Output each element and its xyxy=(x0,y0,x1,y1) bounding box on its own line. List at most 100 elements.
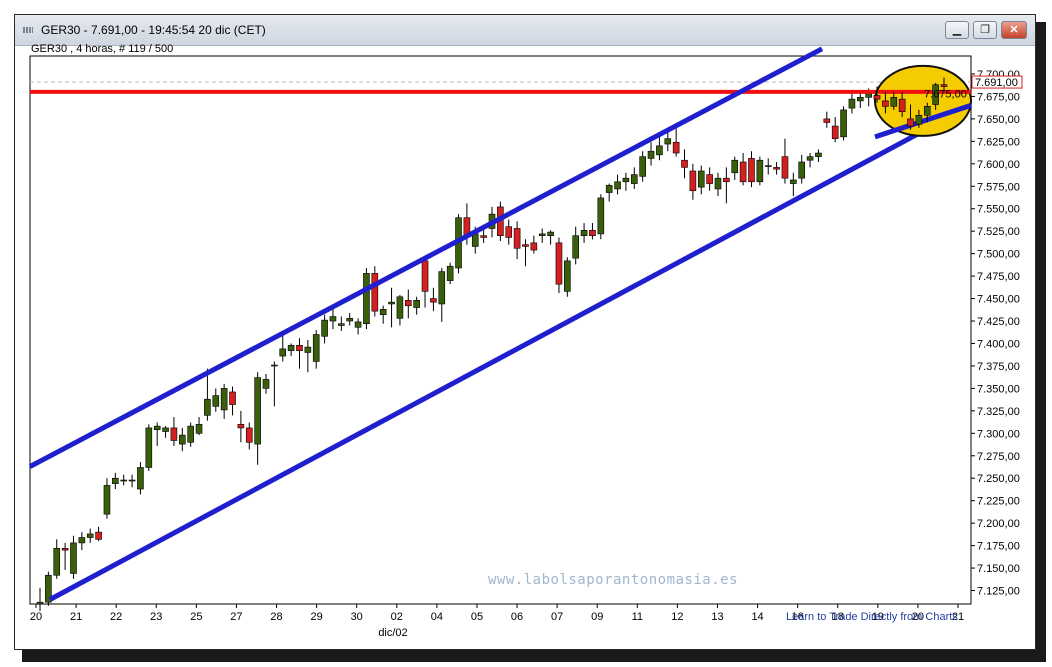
candle-body-bear xyxy=(555,242,563,285)
candle xyxy=(840,106,847,141)
candle-body-bull xyxy=(572,235,580,259)
candle-body-bear xyxy=(404,300,412,307)
candle-body-bull xyxy=(731,159,739,174)
y-tick-label: 7.675,00 xyxy=(977,91,1020,103)
candle-body-bull xyxy=(790,179,797,184)
candle-body-bear xyxy=(61,548,69,551)
candle-body-bull xyxy=(840,109,847,138)
candle-body-bear xyxy=(245,427,253,443)
candle-body-bear xyxy=(505,226,513,238)
candle-body-bull xyxy=(438,271,446,305)
candle-body-bull xyxy=(254,377,261,445)
y-tick-label: 7.200,00 xyxy=(977,518,1020,530)
candle-body-bear xyxy=(773,167,780,170)
candle-body-bull xyxy=(271,364,278,367)
watermark: www.labolsaporantonomasia.es xyxy=(488,572,739,588)
last-price-label: 7.691,00 xyxy=(975,77,1018,89)
candle-body-bull xyxy=(363,273,370,325)
candle-body-bear xyxy=(781,156,789,179)
candle-body-bear xyxy=(296,344,303,351)
candle xyxy=(45,571,52,606)
candle-body-bull xyxy=(388,301,395,305)
x-tick-label: 09 xyxy=(591,611,603,623)
candle-body-bull xyxy=(639,156,646,177)
candle-body-bull xyxy=(187,425,194,443)
candle-body-bull xyxy=(714,177,722,190)
candlestick-chart[interactable]: 7.700,007.675,007.650,007.625,007.600,00… xyxy=(0,0,1052,667)
candle-body-bull xyxy=(204,398,211,416)
candle-body-bear xyxy=(589,229,596,236)
candle-body-bull xyxy=(78,537,86,544)
candle xyxy=(597,194,605,240)
candle-body-bull xyxy=(413,300,420,308)
candle-body-bull xyxy=(304,346,312,353)
candle xyxy=(371,266,379,317)
candle-body-bull xyxy=(815,152,822,157)
candle xyxy=(756,156,764,186)
candle-body-bull xyxy=(86,533,94,538)
candle-body-bull xyxy=(580,229,588,236)
candle xyxy=(145,424,153,472)
candle-body-bull xyxy=(53,548,61,576)
x-tick-label: 22 xyxy=(110,611,122,623)
x-tick-label: 20 xyxy=(30,611,42,623)
candle-body-bull xyxy=(798,161,806,179)
y-tick-label: 7.575,00 xyxy=(977,181,1020,193)
candle-body-bull xyxy=(564,260,571,292)
candle-body-bull xyxy=(764,165,772,167)
candle-body-bear xyxy=(739,161,747,183)
y-tick-label: 7.550,00 xyxy=(977,204,1020,216)
y-tick-label: 7.625,00 xyxy=(977,136,1020,148)
learn-to-trade-link[interactable]: Learn to Trade Directly from Charts xyxy=(786,611,958,623)
candle-body-bull xyxy=(346,318,354,322)
candle-body-bear xyxy=(823,118,831,123)
candle-body-bull xyxy=(890,97,898,107)
candle-body-bull xyxy=(262,379,270,389)
candle-body-bear xyxy=(513,228,521,249)
candle-body-bull xyxy=(756,159,764,183)
x-tick-label: 07 xyxy=(551,611,563,623)
x-tick-label: 13 xyxy=(711,611,723,623)
y-tick-label: 7.350,00 xyxy=(977,383,1020,395)
candle-body-bull xyxy=(145,427,153,468)
candle-body-bear xyxy=(530,242,538,251)
y-tick-label: 7.600,00 xyxy=(977,159,1020,171)
candle-body-bull xyxy=(287,344,295,351)
candle-body-bear xyxy=(371,273,379,312)
candle-body-bear xyxy=(229,391,236,405)
y-tick-label: 7.400,00 xyxy=(977,338,1020,350)
candle-body-bull xyxy=(622,177,630,183)
highlight-ellipse xyxy=(874,64,972,137)
y-tick-label: 7.275,00 xyxy=(977,451,1020,463)
candle-body-bear xyxy=(898,98,906,112)
candle-body-bull xyxy=(848,98,856,109)
candle-body-bull xyxy=(915,114,923,125)
candle-body-bull xyxy=(153,425,161,431)
x-tick-label: 29 xyxy=(310,611,322,623)
y-tick-label: 7.225,00 xyxy=(977,496,1020,508)
candle-body-bear xyxy=(95,531,102,540)
candle-body-bear xyxy=(430,298,437,303)
candle xyxy=(363,268,370,330)
candle-body-bull xyxy=(279,348,287,357)
candle-body-bear xyxy=(907,118,914,127)
x-tick-label: 27 xyxy=(230,611,242,623)
y-tick-label: 7.300,00 xyxy=(977,428,1020,440)
candle-body-bear xyxy=(831,125,839,139)
candle-body-bear xyxy=(672,141,680,154)
candle-body-bear xyxy=(237,424,245,429)
candle-body-bull xyxy=(162,427,169,432)
y-tick-label: 7.125,00 xyxy=(977,586,1020,598)
candle-body-bear xyxy=(170,427,178,441)
candle-body-bull xyxy=(471,233,479,247)
y-tick-label: 7.500,00 xyxy=(977,249,1020,261)
candle-body-bull xyxy=(112,477,119,484)
candle-body-bull xyxy=(547,231,554,236)
candle-body-bear xyxy=(480,235,487,238)
candle-body-bull xyxy=(338,323,345,326)
candle-body-bull xyxy=(379,309,387,316)
candle-body-bull xyxy=(856,97,864,102)
x-tick-label: 30 xyxy=(351,611,363,623)
y-tick-label: 7.450,00 xyxy=(977,294,1020,306)
x-tick-label: 05 xyxy=(471,611,483,623)
